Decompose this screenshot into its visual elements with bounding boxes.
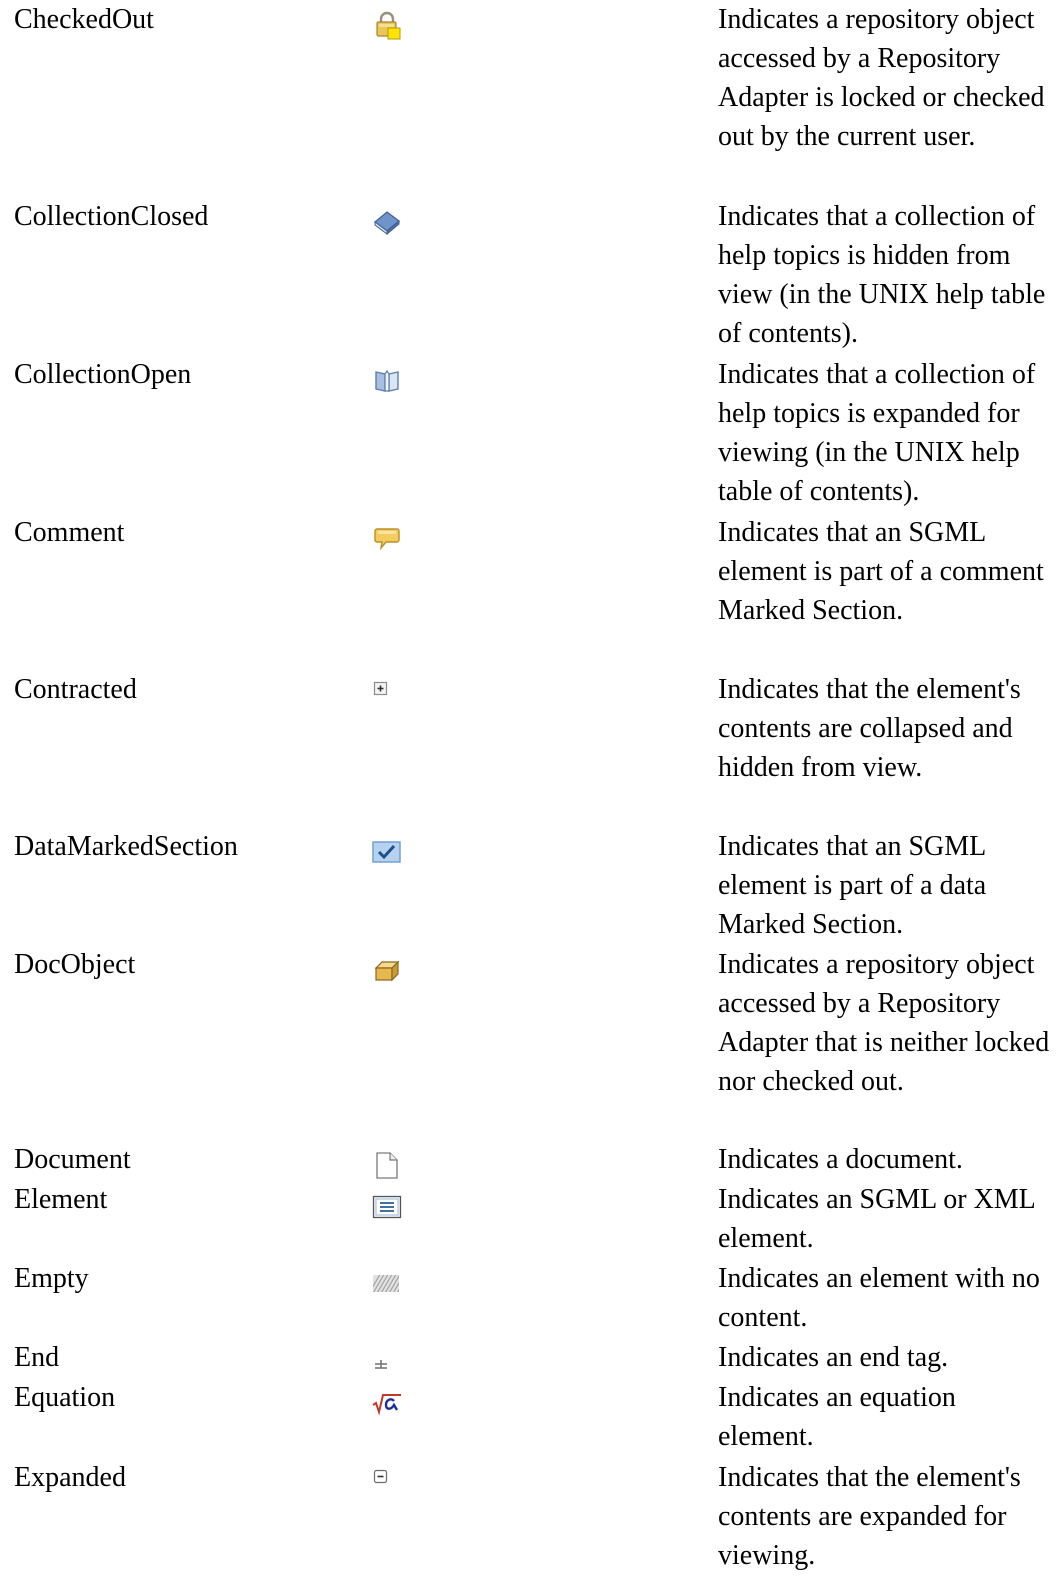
row-name: End — [14, 1342, 60, 1373]
table-row: Element Indicates an SGML or XML element… — [0, 1180, 1057, 1259]
document-page-icon — [372, 1150, 402, 1180]
collection-open-book-icon — [372, 365, 402, 395]
row-name: Document — [14, 1144, 131, 1175]
row-description: Indicates an end tag. — [718, 1342, 949, 1373]
row-description: Indicates that the element's contents ar… — [718, 674, 1021, 783]
row-name: CheckedOut — [14, 4, 154, 35]
table-row: Contracted Indicates that the element's … — [0, 670, 1057, 827]
table-row: CollectionOpen Indicates that a collecti… — [0, 355, 1057, 513]
doc-object-cube-icon — [372, 955, 402, 985]
row-name: DataMarkedSection — [14, 831, 238, 862]
comment-bubble-icon — [372, 523, 402, 553]
table-row: End Indicates an end tag. — [0, 1338, 1057, 1378]
end-tag-icon — [372, 1348, 402, 1378]
equation-sqrt-alpha-icon — [372, 1388, 402, 1418]
collection-closed-book-icon — [372, 207, 402, 237]
checked-out-lock-icon — [372, 10, 402, 40]
row-name: Expanded — [14, 1462, 126, 1493]
empty-hatched-icon — [372, 1269, 402, 1299]
row-description: Indicates that a collection of help topi… — [718, 201, 1046, 349]
row-description: Indicates an element with no content. — [718, 1263, 1040, 1333]
row-description: Indicates that an SGML element is part o… — [718, 831, 987, 940]
row-description: Indicates that a collection of help topi… — [718, 359, 1036, 507]
row-name: CollectionOpen — [14, 359, 192, 390]
row-name: CollectionClosed — [14, 201, 209, 232]
row-name: Element — [14, 1184, 108, 1215]
row-name: Contracted — [14, 674, 137, 705]
row-name: Comment — [14, 517, 125, 548]
table-row: Empty Indicates an element with no conte… — [0, 1259, 1057, 1338]
row-description: Indicates that the element's contents ar… — [718, 1462, 1021, 1571]
table-row: CheckedOut Indicates a repository object… — [0, 0, 1057, 197]
table-row: Expanded Indicates that the element's co… — [0, 1458, 1057, 1576]
table-row: DocObject Indicates a repository object … — [0, 945, 1057, 1140]
row-name: Equation — [14, 1382, 116, 1413]
plus-box-icon — [372, 680, 402, 710]
row-description: Indicates an equation element. — [718, 1382, 956, 1452]
icon-reference-table: CheckedOut Indicates a repository object… — [0, 0, 1057, 1576]
table-row: Equation Indicates an equation element. — [0, 1378, 1057, 1458]
row-description: Indicates a repository object accessed b… — [718, 949, 1050, 1097]
row-name: Empty — [14, 1263, 89, 1294]
row-name: DocObject — [14, 949, 136, 980]
row-description: Indicates an SGML or XML element. — [718, 1184, 1035, 1254]
row-description: Indicates a repository object accessed b… — [718, 4, 1045, 152]
table-row: Document Indicates a document. — [0, 1140, 1057, 1180]
row-description: Indicates that an SGML element is part o… — [718, 517, 1044, 626]
table-row: CollectionClosed Indicates that a collec… — [0, 197, 1057, 355]
checkmark-box-icon — [372, 837, 402, 867]
table-row: DataMarkedSection Indicates that an SGML… — [0, 827, 1057, 945]
minus-box-icon — [372, 1468, 402, 1498]
element-lines-icon — [372, 1190, 402, 1220]
row-description: Indicates a document. — [718, 1144, 963, 1175]
table-row: Comment Indicates that an SGML element i… — [0, 513, 1057, 670]
